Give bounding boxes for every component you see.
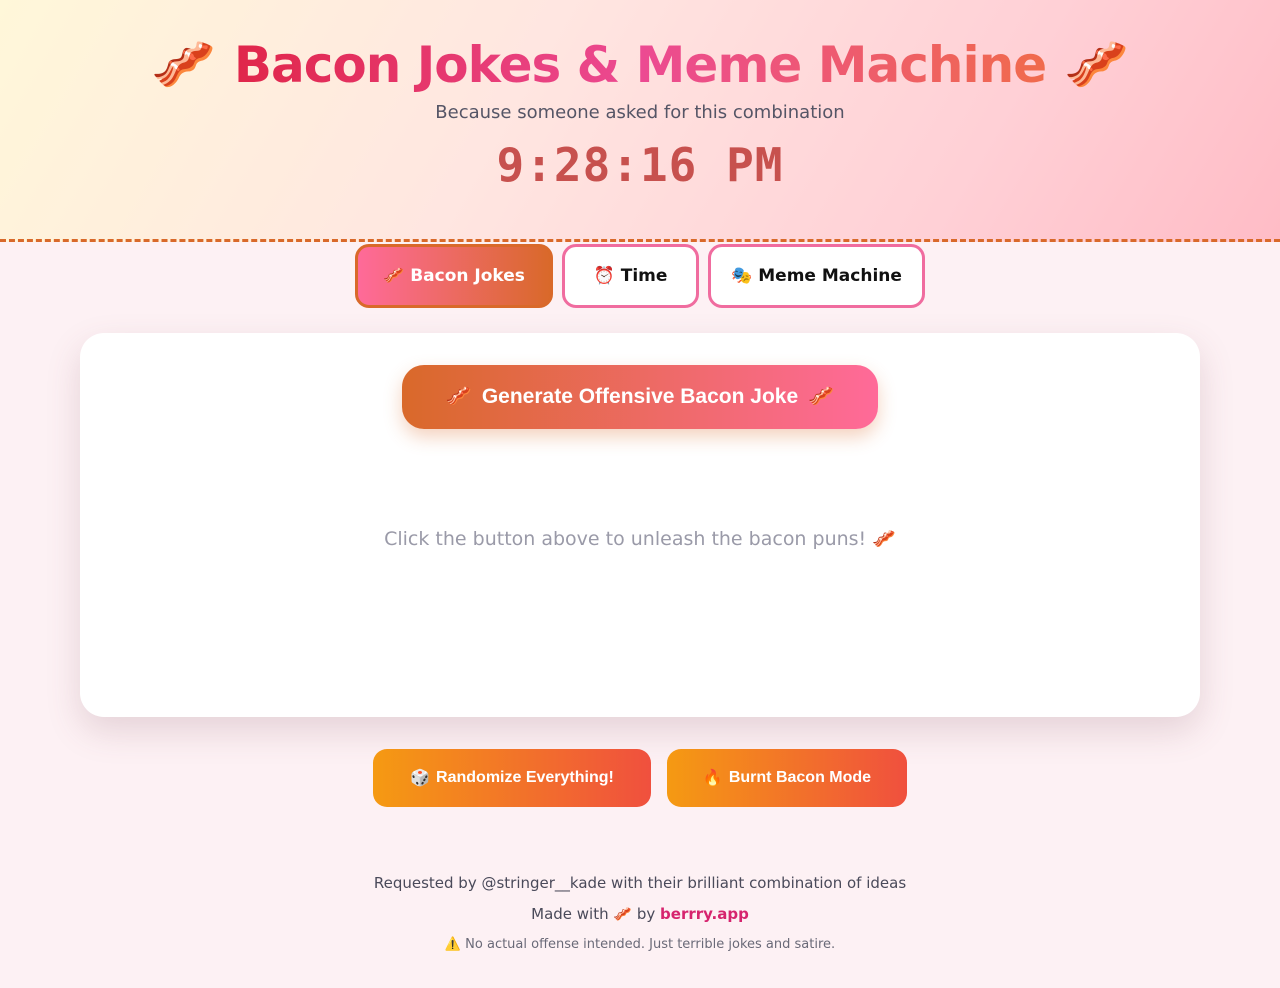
bacon-icon: 🥓 (383, 266, 405, 286)
dice-icon: 🎲 (410, 770, 431, 787)
joke-placeholder: Click the button above to unleash the ba… (384, 528, 896, 550)
generate-joke-button[interactable]: 🥓 Generate Offensive Bacon Joke 🥓 (402, 365, 878, 429)
clock-display: 9:28:16 PM (496, 138, 784, 192)
action-buttons: 🎲 Randomize Everything! 🔥 Burnt Bacon Mo… (0, 749, 1280, 807)
bacon-icon: 🥓 (1064, 35, 1129, 95)
made-with-by: by (636, 905, 656, 923)
footer-made-with: Made with 🥓 by berrry.app (0, 905, 1280, 923)
burnt-bacon-button[interactable]: 🔥 Burnt Bacon Mode (667, 749, 907, 807)
tab-label: Bacon Jokes (410, 266, 525, 286)
fire-icon: 🔥 (702, 770, 723, 787)
tab-label: Meme Machine (758, 266, 902, 286)
tab-bar: 🥓 Bacon Jokes ⏰ Time 🎭 Meme Machine (0, 244, 1280, 308)
made-with-text: Made with (531, 905, 609, 923)
burnt-bacon-label: Burnt Bacon Mode (728, 769, 872, 786)
tab-time[interactable]: ⏰ Time (562, 244, 699, 308)
randomize-button[interactable]: 🎲 Randomize Everything! (373, 749, 651, 807)
bacon-icon: 🥓 (808, 385, 835, 408)
tab-bacon-jokes[interactable]: 🥓 Bacon Jokes (355, 244, 553, 308)
randomize-label: Randomize Everything! (436, 769, 614, 786)
joke-card: 🥓 Generate Offensive Bacon Joke 🥓 Click … (80, 333, 1200, 717)
tab-label: Time (620, 266, 668, 286)
brand-link[interactable]: berrry.app (660, 905, 749, 923)
page-header: 🥓 Bacon Jokes & Meme Machine 🥓 Because s… (0, 0, 1280, 242)
bacon-icon: 🥓 (613, 905, 633, 923)
page-subtitle: Because someone asked for this combinati… (435, 102, 845, 123)
page-title: Bacon Jokes & Meme Machine (234, 30, 1047, 100)
footer-disclaimer: ⚠️ No actual offense intended. Just terr… (444, 937, 836, 952)
tab-meme-machine[interactable]: 🎭 Meme Machine (708, 244, 925, 308)
alarm-clock-icon: ⏰ (593, 266, 615, 286)
title-row: 🥓 Bacon Jokes & Meme Machine 🥓 (0, 30, 1280, 100)
footer-requested: Requested by @stringer__kade with their … (373, 874, 907, 892)
bacon-icon: 🥓 (151, 35, 216, 95)
generate-joke-label: Generate Offensive Bacon Joke (481, 385, 799, 408)
bacon-icon: 🥓 (445, 385, 472, 408)
theater-masks-icon: 🎭 (731, 266, 753, 286)
